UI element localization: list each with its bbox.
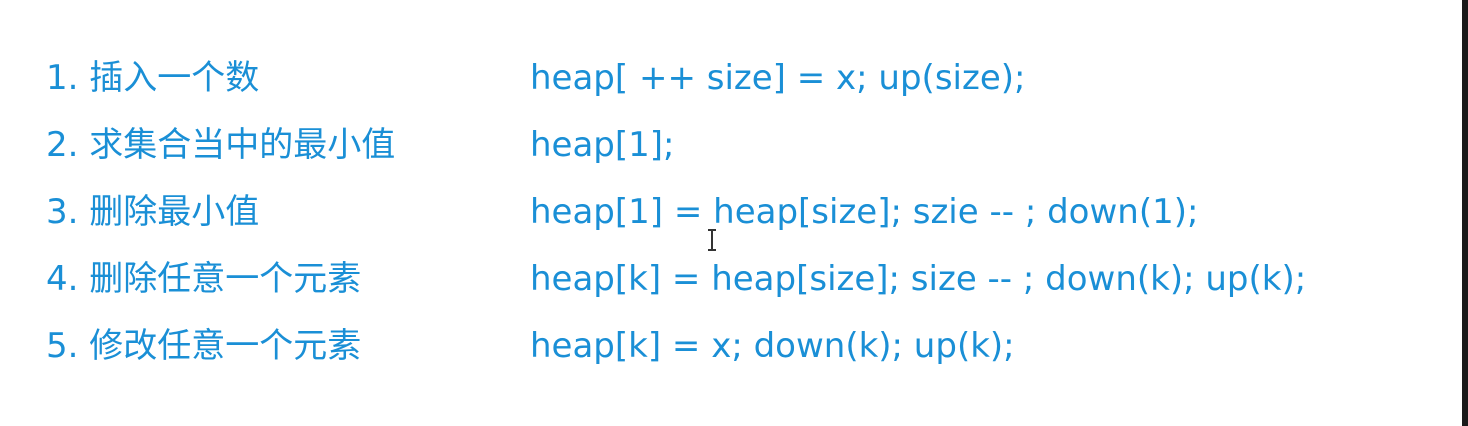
heap-operations-list: 1. 插入一个数 heap[ ++ size] = x; up(size); 2…: [46, 44, 1446, 379]
operation-description: 1. 插入一个数: [46, 57, 260, 98]
operation-description: 2. 求集合当中的最小值: [46, 124, 396, 165]
operation-code: heap[k] = x; down(k); up(k);: [530, 325, 1015, 366]
operation-code: heap[1] = heap[size]; szie -- ; down(1);: [530, 191, 1199, 232]
text-cursor-icon: [707, 229, 717, 251]
operation-description: 4. 删除任意一个元素: [46, 258, 362, 299]
operation-row-insert: 1. 插入一个数 heap[ ++ size] = x; up(size);: [46, 44, 1446, 111]
operation-description: 5. 修改任意一个元素: [46, 325, 362, 366]
operation-row-get-min: 2. 求集合当中的最小值 heap[1];: [46, 111, 1446, 178]
operation-row-delete-any: 4. 删除任意一个元素 heap[k] = heap[size]; size -…: [46, 245, 1446, 312]
operation-description: 3. 删除最小值: [46, 191, 260, 232]
slide: 1. 插入一个数 heap[ ++ size] = x; up(size); 2…: [0, 0, 1468, 426]
operation-code: heap[ ++ size] = x; up(size);: [530, 57, 1026, 98]
operation-code: heap[k] = heap[size]; size -- ; down(k);…: [530, 258, 1307, 299]
operation-row-delete-min: 3. 删除最小值 heap[1] = heap[size]; szie -- ;…: [46, 178, 1446, 245]
operation-code: heap[1];: [530, 124, 675, 165]
window-edge: [1462, 0, 1468, 426]
operation-row-modify-any: 5. 修改任意一个元素 heap[k] = x; down(k); up(k);: [46, 312, 1446, 379]
